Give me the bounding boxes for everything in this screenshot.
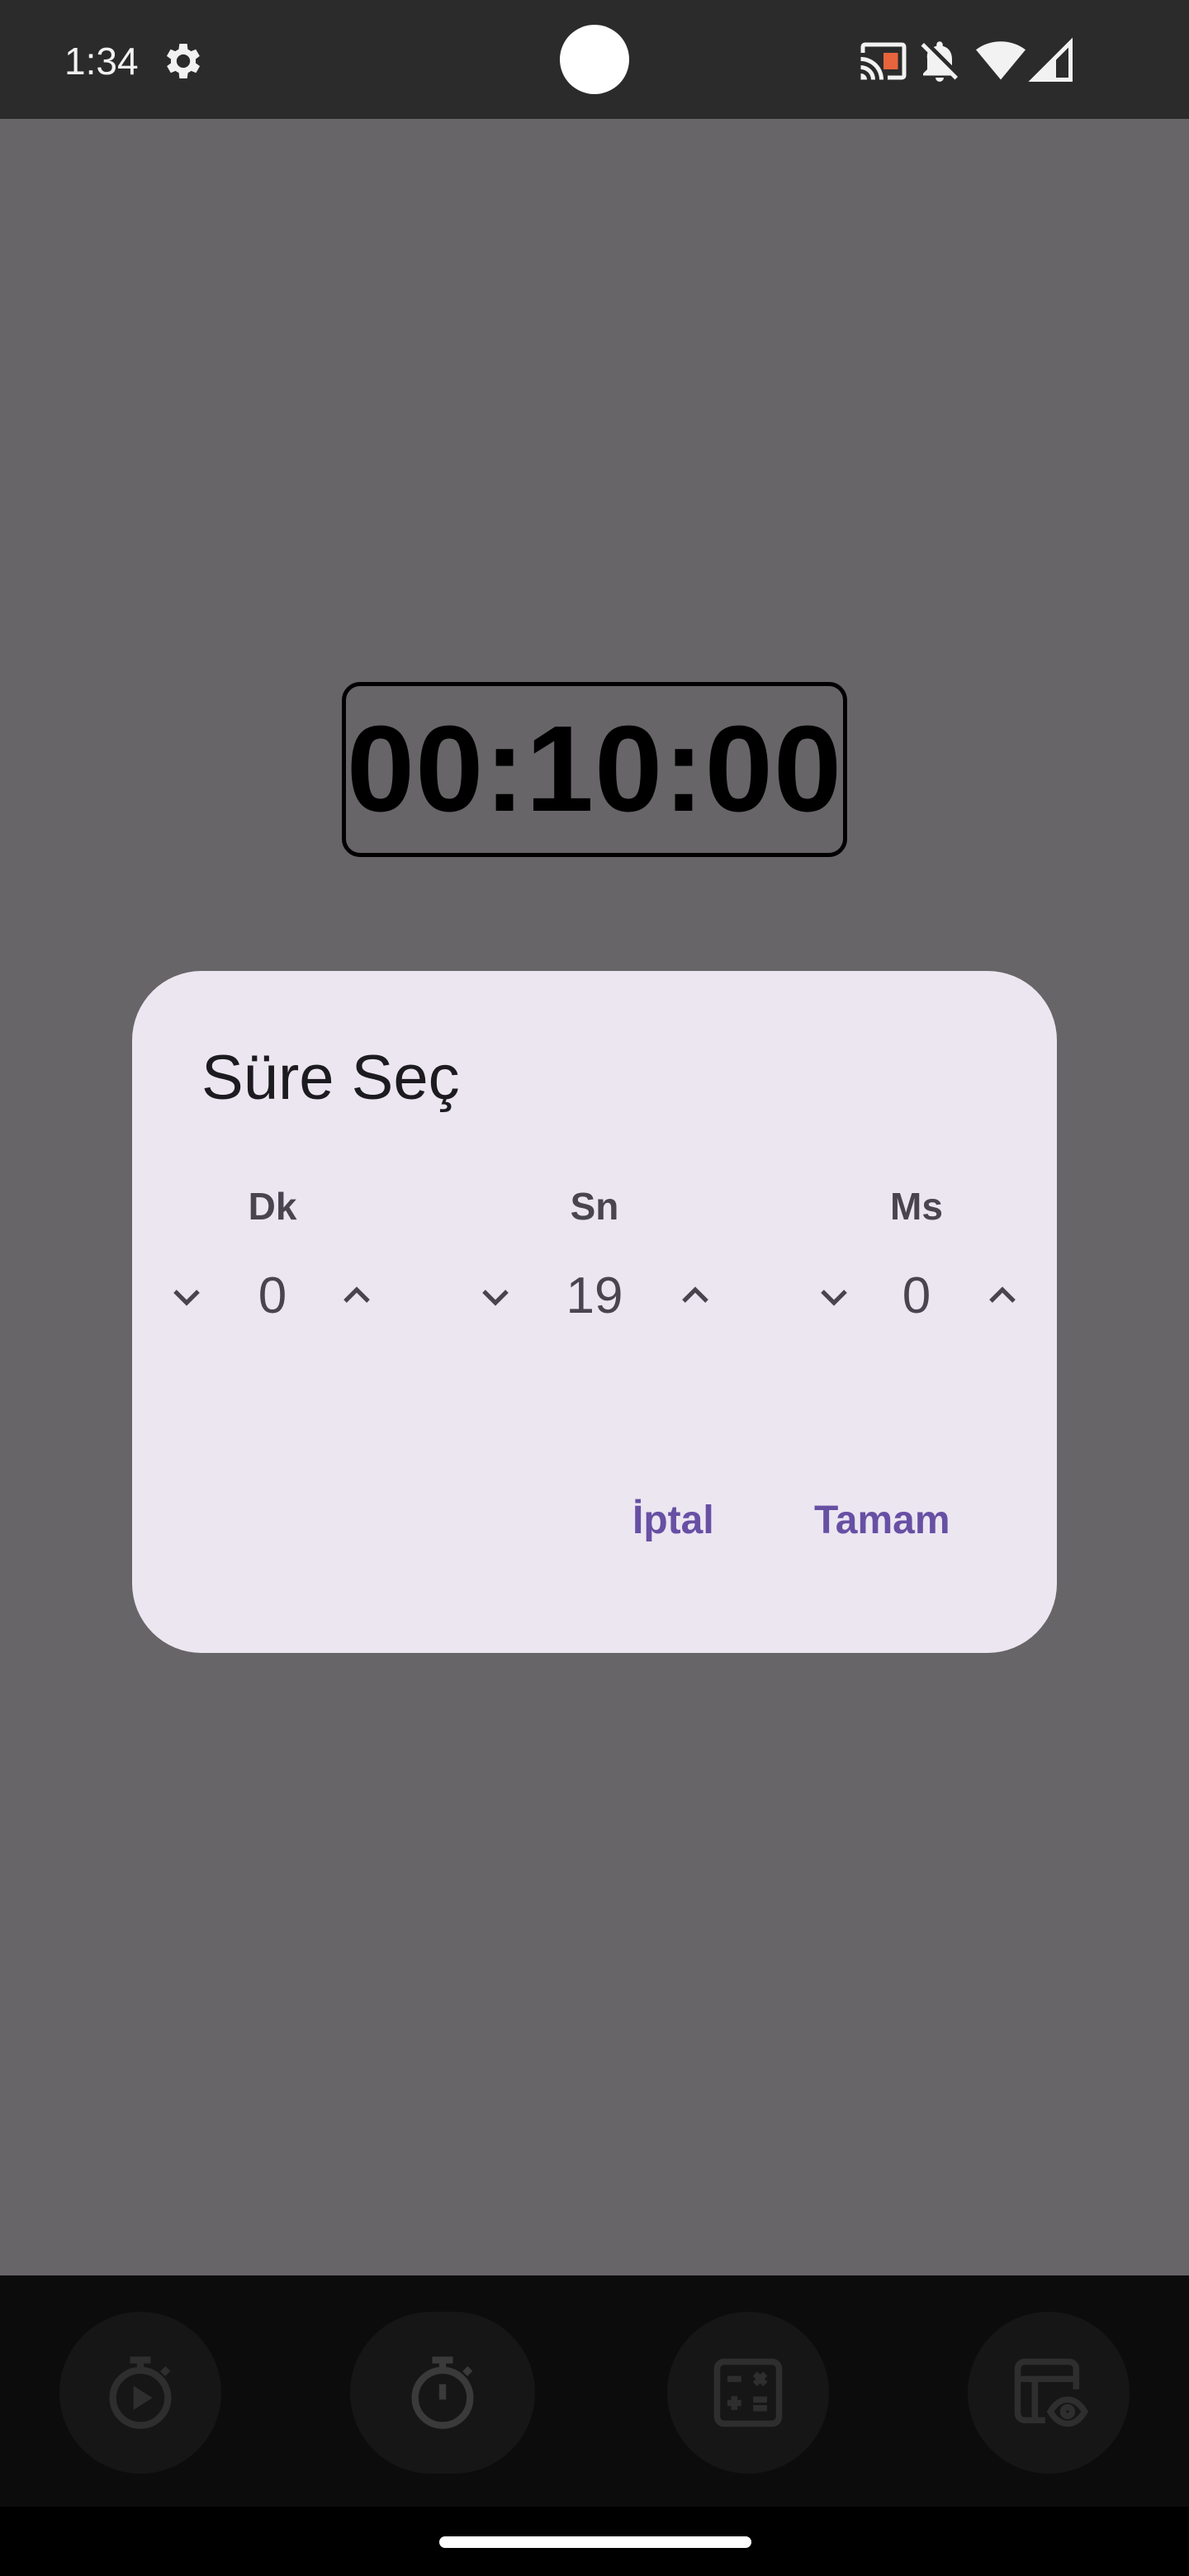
minutes-decrease-button[interactable] xyxy=(163,1273,210,1319)
stopwatch-icon xyxy=(411,2356,474,2429)
nav-item-calculator[interactable] xyxy=(667,2312,829,2474)
bottom-navigation xyxy=(0,2275,1189,2507)
table-view-icon xyxy=(1014,2358,1089,2427)
nav-item-play-timer[interactable] xyxy=(59,2312,221,2474)
seconds-increase-button[interactable] xyxy=(672,1273,718,1319)
home-gesture-handle[interactable] xyxy=(439,2536,751,2548)
chevron-up-icon xyxy=(343,1286,370,1303)
milliseconds-increase-button[interactable] xyxy=(979,1273,1026,1319)
nav-item-stopwatch[interactable] xyxy=(350,2312,535,2474)
chevron-down-icon xyxy=(173,1290,200,1306)
minutes-label: Dk xyxy=(248,1185,297,1228)
chevron-down-icon xyxy=(482,1290,509,1306)
notifications-off-icon xyxy=(915,36,964,86)
minutes-increase-button[interactable] xyxy=(334,1273,380,1319)
milliseconds-decrease-button[interactable] xyxy=(811,1273,857,1319)
play-timer-icon xyxy=(109,2356,172,2429)
timer-text: 00:10:00 xyxy=(346,701,843,837)
seconds-label: Sn xyxy=(570,1185,619,1228)
milliseconds-label: Ms xyxy=(890,1185,943,1228)
chevron-up-icon xyxy=(682,1286,708,1303)
gear-icon xyxy=(160,38,206,84)
duration-picker-dialog: Süre Seç Dk 0 Sn 19 Ms 0 İptal Tamam xyxy=(132,971,1057,1653)
status-time: 1:34 xyxy=(64,40,139,83)
gesture-bar xyxy=(0,2507,1189,2576)
chevron-up-icon xyxy=(989,1286,1016,1303)
dialog-title: Süre Seç xyxy=(201,1043,460,1113)
cast-icon xyxy=(859,36,908,86)
timer-display[interactable]: 00:10:00 xyxy=(342,682,847,857)
nav-item-table-view[interactable] xyxy=(968,2312,1130,2474)
seconds-decrease-button[interactable] xyxy=(472,1273,519,1319)
camera-cutout xyxy=(560,25,629,94)
milliseconds-value: 0 xyxy=(902,1267,931,1324)
calculator-icon xyxy=(713,2358,783,2427)
signal-icon xyxy=(1027,36,1077,86)
chevron-down-icon xyxy=(821,1290,847,1306)
minutes-value: 0 xyxy=(258,1267,287,1324)
cancel-button[interactable]: İptal xyxy=(613,1485,734,1557)
seconds-value: 19 xyxy=(566,1267,623,1324)
ok-button[interactable]: Tamam xyxy=(794,1485,970,1557)
wifi-icon xyxy=(976,36,1026,86)
status-bar: 1:34 xyxy=(0,0,1189,119)
